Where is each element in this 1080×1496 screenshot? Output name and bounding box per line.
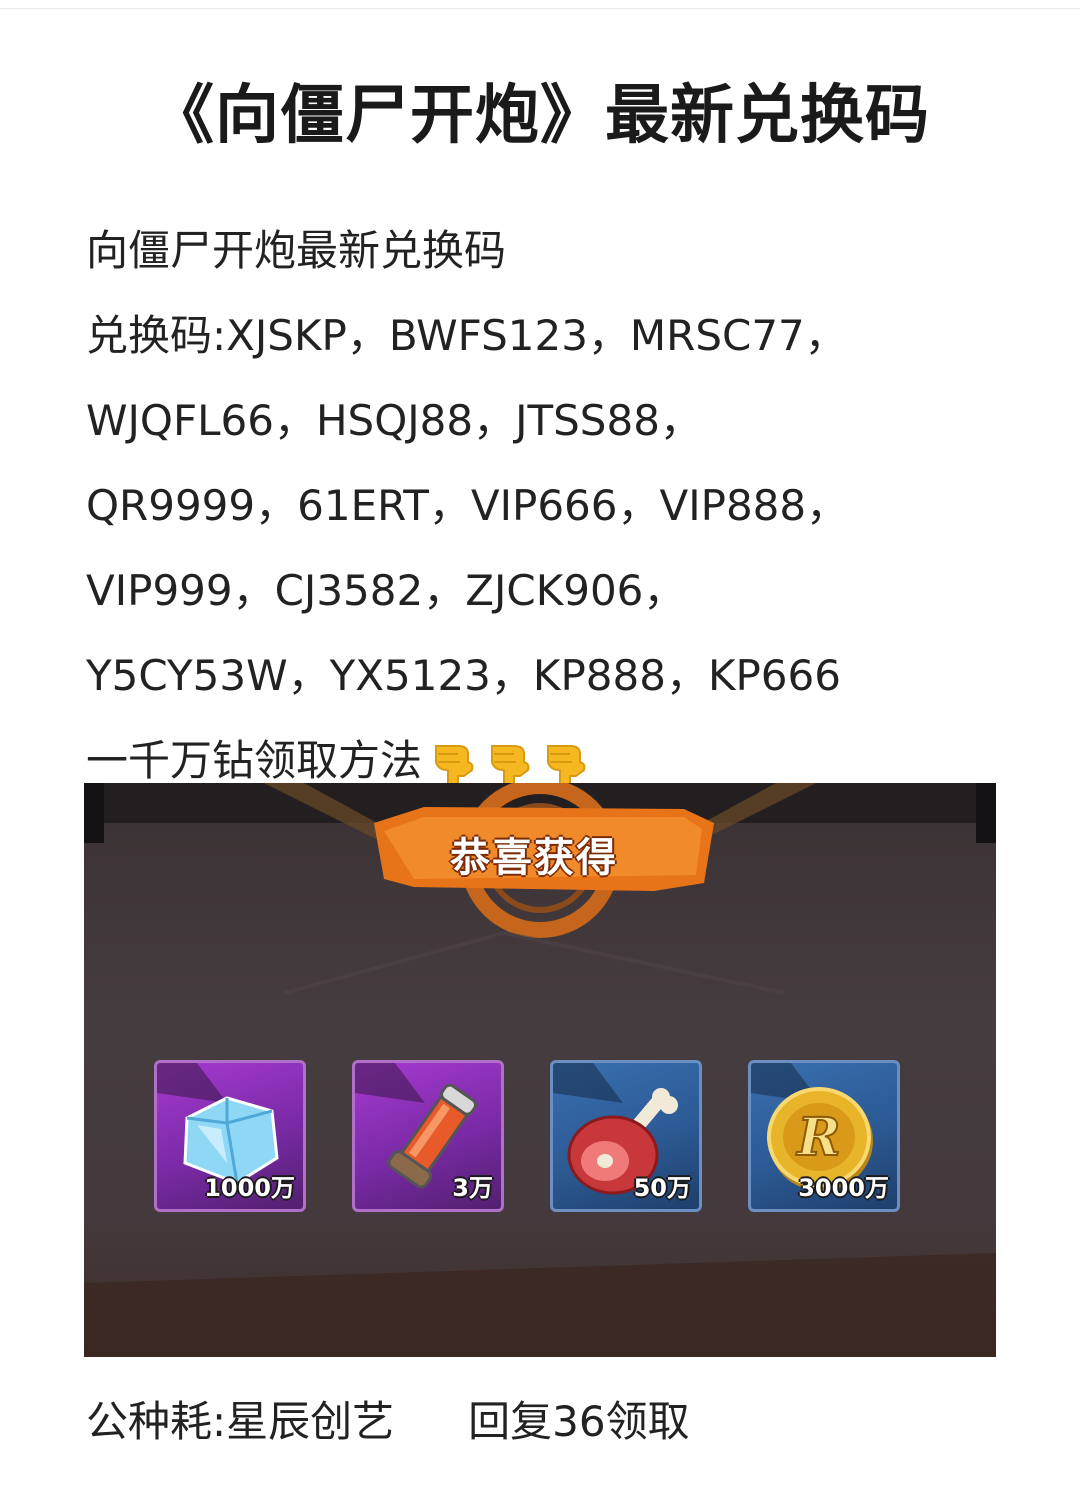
footer-line: 公种耗:星辰创艺 回复36领取	[86, 1390, 690, 1454]
item-quantity: 3000万	[798, 1174, 889, 1202]
item-quantity: 3万	[452, 1174, 493, 1202]
redeem-codes-line: Y5CY53W，YX5123，KP888，KP666	[86, 651, 841, 700]
redeem-codes-line: VIP999，CJ3582，ZJCK906，	[86, 566, 686, 615]
top-divider	[0, 0, 1080, 9]
item-quantity: 1000万	[204, 1174, 295, 1202]
footer-account: 公种耗:星辰创艺	[86, 1397, 395, 1446]
reward-item-coin: R 3000万	[748, 1060, 900, 1212]
reward-item-meat: 50万	[550, 1060, 702, 1212]
article-body: 向僵尸开炮最新兑换码 兑换码:XJSKP，BWFS123，MRSC77， WJQ…	[86, 208, 1016, 803]
page-title: 《向僵尸开炮》最新兑换码	[150, 79, 930, 153]
footer-reply-instruction: 回复36领取	[468, 1397, 690, 1446]
redeem-codes-line: WJQFL66，HSQJ88，JTSS88，	[86, 396, 702, 445]
svg-text:R: R	[795, 1107, 840, 1168]
article-line: 向僵尸开炮最新兑换码	[86, 226, 507, 275]
redeem-codes-line: 兑换码:XJSKP，BWFS123，MRSC77，	[86, 311, 847, 360]
reward-item-diamond: 1000万	[154, 1060, 306, 1212]
redeem-codes-line: QR9999，61ERT，VIP666，VIP888，	[86, 481, 849, 530]
item-quantity: 50万	[633, 1174, 691, 1202]
game-reward-screenshot: 恭喜获得 1000万 3万 50万 R 3000万	[84, 783, 996, 1357]
reward-item-potion: 3万	[352, 1060, 504, 1212]
method-text: 一千万钻领取方法	[86, 736, 423, 785]
reward-banner: 恭喜获得	[450, 835, 618, 881]
